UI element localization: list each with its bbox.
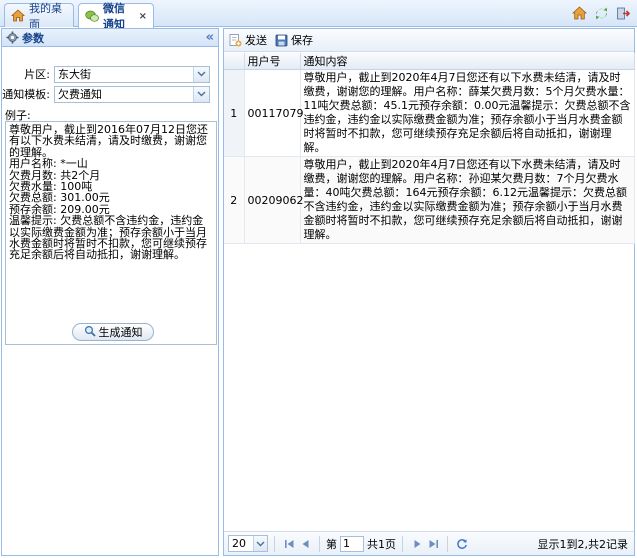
home-icon[interactable] — [571, 5, 587, 21]
separator — [447, 535, 448, 552]
template-select[interactable]: 欠费通知 — [54, 85, 210, 103]
generate-notice-button[interactable]: 生成通知 — [72, 323, 154, 341]
example-textarea[interactable]: 尊敬用户，截止到2016年07月12日您还有以下水费未结清，请及时缴费，谢谢您的… — [5, 121, 217, 345]
table-row[interactable]: 2 00209062 尊敬用户，截止到2020年4月7日您还有以下水费未结清，请… — [224, 156, 635, 244]
first-page-icon[interactable] — [281, 536, 297, 552]
row-number: 1 — [224, 69, 245, 157]
notice-grid: 用户号 通知内容 1 00117079 尊敬用户，截止到2020年4月7日您还有… — [224, 53, 635, 244]
refresh-icon[interactable] — [593, 5, 609, 21]
next-page-icon[interactable] — [409, 536, 425, 552]
page-total: 共1页 — [367, 537, 396, 551]
page-prefix: 第 — [326, 537, 337, 551]
floppy-disk-icon — [275, 34, 288, 47]
close-icon[interactable]: × — [139, 11, 147, 22]
column-header-user-id[interactable]: 用户号 — [244, 53, 301, 70]
save-button[interactable]: 保存 — [275, 32, 313, 48]
district-label: 片区: — [24, 68, 50, 81]
page-size-value: 20 — [232, 537, 246, 550]
last-page-icon[interactable] — [425, 536, 441, 552]
panel-title: 参数 — [22, 31, 44, 45]
record-info: 显示1到2,共2记录 — [537, 537, 629, 551]
tab-bar: 我的桌面 微信通知 × — [0, 0, 637, 31]
send-label: 发送 — [245, 34, 267, 47]
user-id-cell[interactable]: 00209062 — [244, 156, 304, 244]
table-row[interactable]: 1 00117079 尊敬用户，截止到2020年4月7日您还有以下水费未结清，请… — [224, 69, 635, 157]
add-page-icon — [228, 33, 242, 47]
template-row: 通知模板: 欠费通知 — [2, 85, 218, 103]
page-size-select[interactable]: 20 — [228, 535, 268, 552]
collapse-icon[interactable]: « — [206, 31, 214, 44]
column-header-content[interactable]: 通知内容 — [300, 53, 635, 70]
refresh-icon[interactable] — [454, 536, 470, 552]
notice-content-cell[interactable]: 尊敬用户，截止到2020年4月7日您还有以下水费未结清，请及时缴费，谢谢您的理解… — [300, 156, 635, 244]
grid-header-row: 用户号 通知内容 — [224, 53, 635, 70]
wechat-icon — [85, 10, 99, 23]
template-value: 欠费通知 — [58, 87, 102, 101]
pagination-bar: 20 第 共1页 显示1到2,共2记录 — [224, 531, 634, 555]
notice-grid-panel: 发送 保存 用户号 通知内容 1 00117079 尊敬用户，截止到2020年4… — [223, 28, 635, 556]
parameter-panel-header: 参数 « — [2, 29, 218, 47]
separator — [319, 535, 320, 552]
prev-page-icon[interactable] — [297, 536, 313, 552]
exit-icon[interactable] — [615, 5, 631, 21]
rownumber-header — [224, 53, 245, 70]
save-label: 保存 — [291, 34, 313, 47]
separator — [274, 535, 275, 552]
district-select[interactable]: 东大街 — [54, 65, 210, 83]
grid-toolbar: 发送 保存 — [224, 29, 634, 52]
district-row: 片区: 东大街 — [2, 65, 218, 83]
house-icon — [11, 9, 25, 22]
generate-notice-label: 生成通知 — [98, 326, 143, 339]
tab-label: 我的桌面 — [29, 1, 62, 31]
gear-icon — [6, 31, 19, 44]
chevron-down-icon[interactable] — [253, 536, 267, 551]
chevron-down-icon[interactable] — [193, 86, 209, 102]
notice-content-cell[interactable]: 尊敬用户，截止到2020年4月7日您还有以下水费未结清，请及时缴费，谢谢您的理解… — [300, 69, 635, 157]
separator — [402, 535, 403, 552]
user-id-cell[interactable]: 00117079 — [244, 69, 304, 157]
page-number-input[interactable] — [340, 535, 364, 552]
chevron-down-icon[interactable] — [193, 66, 209, 82]
top-toolbar-icons — [571, 5, 631, 21]
magnifier-icon — [84, 325, 96, 340]
template-label: 通知模板: — [2, 88, 50, 101]
district-value: 东大街 — [58, 67, 91, 81]
tab-my-desktop[interactable]: 我的桌面 — [4, 2, 74, 31]
send-button[interactable]: 发送 — [228, 32, 267, 48]
row-number: 2 — [224, 156, 245, 244]
parameter-panel: 参数 « 片区: 东大街 通知模板: 欠费通知 例子: 尊敬用户，截止到2016… — [1, 28, 219, 556]
tab-wechat-notice[interactable]: 微信通知 × — [78, 2, 154, 31]
